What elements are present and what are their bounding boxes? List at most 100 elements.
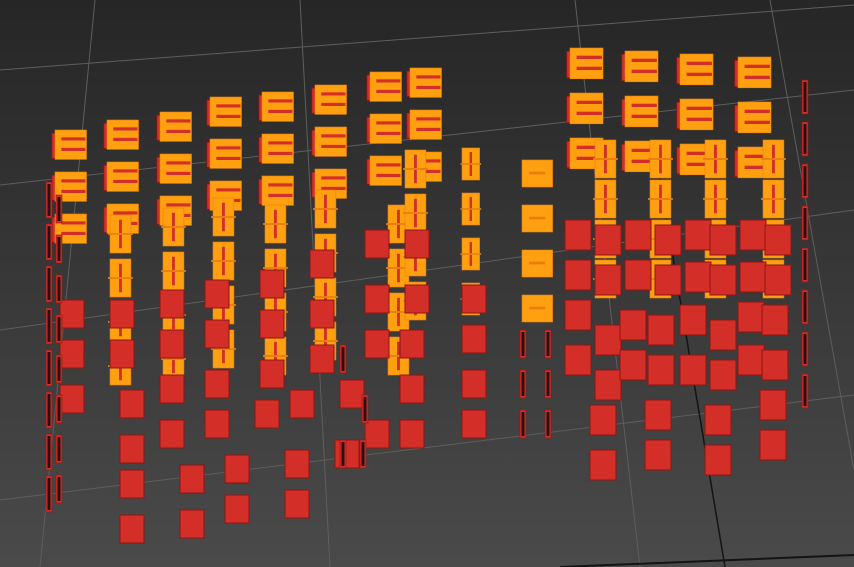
- window-panel-edge: [55, 274, 63, 304]
- window-panel-orange: [761, 139, 786, 179]
- window-panel-orange: [676, 98, 714, 131]
- window-panel-red: [564, 299, 592, 331]
- window-panel-red: [224, 494, 250, 524]
- window-panel-red: [709, 359, 737, 391]
- window-panel-orange: [460, 192, 482, 226]
- window-panel-orange: [648, 179, 673, 219]
- window-panel-orange: [703, 139, 728, 179]
- window-panel-edge: [55, 234, 63, 264]
- window-panel-red: [179, 509, 205, 539]
- window-panel-orange: [406, 67, 442, 98]
- window-panel-orange: [161, 251, 186, 291]
- window-panel-edge: [55, 194, 63, 224]
- window-panel-red: [179, 464, 205, 494]
- window-panel-red: [594, 264, 622, 296]
- window-panel-edge: [45, 433, 53, 471]
- window-panel-red: [589, 404, 617, 436]
- window-panel-orange: [103, 119, 139, 150]
- window-panel-orange: [108, 214, 133, 254]
- window-panel-red: [564, 219, 592, 251]
- window-panel-edge: [55, 474, 63, 504]
- window-panel-edge: [801, 289, 809, 325]
- window-panel-orange: [211, 241, 236, 281]
- window-panel-red: [399, 419, 425, 449]
- window-panel-red: [309, 299, 335, 329]
- window-panel-red: [564, 259, 592, 291]
- window-panel-red: [289, 389, 315, 419]
- window-panel-red: [679, 354, 707, 386]
- window-panel-red: [644, 399, 672, 431]
- window-panel-red: [59, 339, 85, 369]
- window-panel-red: [564, 344, 592, 376]
- window-panel-red: [461, 284, 487, 314]
- window-panel-red: [404, 229, 430, 259]
- window-panel-red: [647, 354, 675, 386]
- window-panel-red: [399, 329, 425, 359]
- window-panel-red: [704, 404, 732, 436]
- window-panel-edge: [45, 349, 53, 387]
- window-panel-red: [684, 261, 712, 293]
- window-panel-red: [594, 324, 622, 356]
- window-panel-orange: [206, 138, 242, 169]
- window-panel-red: [204, 369, 230, 399]
- scene-canvas[interactable]: [0, 0, 854, 567]
- window-panel-red: [684, 219, 712, 251]
- window-panel-red: [59, 299, 85, 329]
- window-panel-orange: [161, 207, 186, 247]
- window-panel-red: [119, 514, 145, 544]
- window-panel-orange: [103, 161, 139, 192]
- window-panel-orange: [403, 193, 428, 233]
- window-panel-red: [739, 261, 767, 293]
- window-panel-red: [119, 389, 145, 419]
- window-panel-red: [461, 409, 487, 439]
- window-panel-red: [709, 319, 737, 351]
- window-panel-red: [364, 329, 390, 359]
- window-panel-red: [761, 304, 789, 336]
- window-panel-red: [59, 384, 85, 414]
- window-panel-red: [119, 434, 145, 464]
- window-panel-edge: [45, 265, 53, 303]
- window-panel-orange: [263, 204, 288, 244]
- window-panel-red: [254, 399, 280, 429]
- 3d-viewport[interactable]: [0, 0, 854, 567]
- window-panel-orange: [311, 84, 347, 115]
- window-panel-red: [589, 449, 617, 481]
- window-panel-red: [119, 469, 145, 499]
- window-panel-red: [594, 369, 622, 401]
- window-panel-red: [594, 224, 622, 256]
- window-panel-orange: [206, 96, 242, 127]
- window-panel-red: [709, 224, 737, 256]
- window-panel-orange: [311, 126, 347, 157]
- window-panel-red: [204, 279, 230, 309]
- window-panel-orange: [648, 139, 673, 179]
- window-panel-edge: [519, 369, 527, 399]
- window-panel-red: [709, 264, 737, 296]
- window-panel-red: [704, 444, 732, 476]
- window-panel-red: [224, 454, 250, 484]
- window-panel-red: [654, 224, 682, 256]
- window-panel-edge: [519, 329, 527, 359]
- window-panel-red: [284, 449, 310, 479]
- window-panel-edge: [55, 434, 63, 464]
- window-panel-red: [461, 324, 487, 354]
- window-panel-red: [759, 389, 787, 421]
- window-panel-red: [159, 374, 185, 404]
- window-panel-orange: [676, 53, 714, 86]
- window-panel-orange: [521, 204, 553, 233]
- window-panel-orange: [403, 149, 428, 189]
- window-panel-edge: [339, 439, 347, 469]
- window-panel-red: [399, 374, 425, 404]
- window-panel-edge: [544, 329, 552, 359]
- window-panel-orange: [593, 139, 618, 179]
- window-panel-edge: [359, 439, 367, 469]
- window-panel-orange: [108, 258, 133, 298]
- window-panel-orange: [51, 129, 87, 160]
- window-panel-edge: [361, 394, 369, 424]
- window-panel-edge: [45, 181, 53, 219]
- window-panel-red: [309, 344, 335, 374]
- window-panel-red: [761, 349, 789, 381]
- window-panel-red: [619, 309, 647, 341]
- window-panel-orange: [406, 109, 442, 140]
- window-panel-edge: [45, 391, 53, 429]
- window-panel-red: [259, 309, 285, 339]
